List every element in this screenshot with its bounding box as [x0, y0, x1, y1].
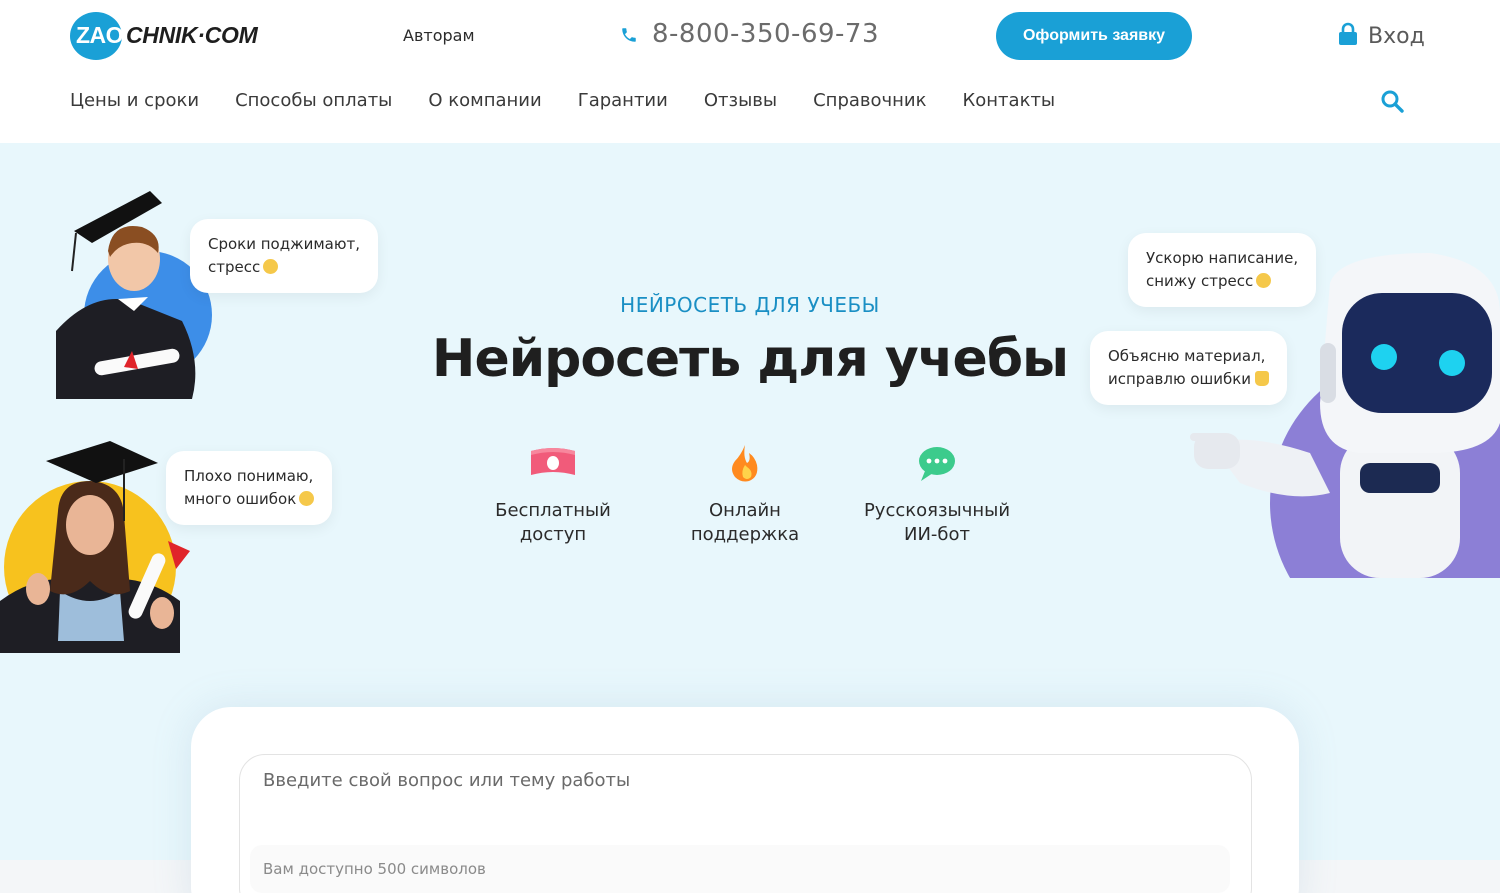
phone-number[interactable]: 8-800-350-69-73: [652, 19, 879, 49]
feature-label: поддержка: [690, 524, 800, 545]
lock-icon: [1339, 22, 1357, 45]
bubble-text: много ошибок: [184, 488, 315, 511]
worried-face-icon: [263, 259, 279, 274]
speech-bubble-explain: Объясню материал, исправлю ошибки: [1090, 331, 1288, 405]
bubble-text: Объясню материал,: [1108, 347, 1266, 365]
chat-bubble-icon: [919, 447, 955, 481]
thumbs-up-icon: [1255, 371, 1270, 386]
nav-item-prices[interactable]: Цены и сроки: [70, 90, 199, 111]
speech-bubble-mistakes: Плохо понимаю, много ошибок: [166, 451, 333, 525]
bubble-text: Сроки поджимают,: [208, 235, 361, 253]
nav-item-payment[interactable]: Способы оплаты: [235, 90, 392, 111]
feature-russian-bot: Русскоязычный ИИ-бот: [837, 443, 1037, 547]
bubble-text: стресс: [208, 256, 360, 279]
authors-link[interactable]: Авторам: [403, 26, 475, 45]
relieved-face-icon: [1256, 273, 1272, 288]
bubble-text-2: исправлю ошибки: [1108, 370, 1252, 388]
logo-suffix: CHNIK·COM: [126, 22, 258, 48]
character-counter: Вам доступно 500 символов: [263, 860, 486, 878]
submit-request-button[interactable]: Оформить заявку: [996, 12, 1192, 60]
bubble-text-2: снижу стресс: [1146, 272, 1254, 290]
feature-online-support: Онлайн поддержка: [645, 443, 845, 547]
site-header: ZAO CHNIK·COM Авторам 8-800-350-69-73 Оф…: [0, 0, 1500, 143]
feature-label: ИИ-бот: [903, 524, 971, 545]
nav-item-about[interactable]: О компании: [428, 90, 541, 111]
main-nav: Цены и сроки Способы оплаты О компании Г…: [70, 90, 1091, 111]
search-icon[interactable]: [1380, 89, 1404, 113]
speech-bubble-speed-up: Ускорю написание, снижу стресс: [1128, 233, 1317, 307]
banknote-icon: [531, 448, 575, 475]
feature-free-access: Бесплатный доступ: [453, 443, 653, 547]
bubble-text: Ускорю написание,: [1146, 249, 1299, 267]
flame-icon: [732, 445, 758, 482]
speech-bubble-deadlines: Сроки поджимают, стресс: [190, 219, 379, 293]
feature-label: Бесплатный: [495, 500, 611, 521]
question-placeholder: Введите свой вопрос или тему работы: [263, 770, 631, 791]
phone-icon: [622, 28, 636, 42]
nav-item-contacts[interactable]: Контакты: [963, 90, 1056, 111]
nav-item-guarantees[interactable]: Гарантии: [578, 90, 668, 111]
bubble-text: Плохо понимаю,: [184, 467, 314, 485]
confused-face-icon: [299, 491, 315, 506]
bubble-text: исправлю ошибки: [1108, 368, 1270, 391]
nav-item-reviews[interactable]: Отзывы: [704, 90, 777, 111]
bubble-text-2: много ошибок: [184, 490, 297, 508]
feature-label: доступ: [519, 524, 587, 545]
feature-label: Онлайн: [709, 500, 781, 521]
logo-prefix: ZAO: [76, 22, 124, 48]
bubble-text: снижу стресс: [1146, 270, 1298, 293]
bubble-text-2: стресс: [208, 258, 261, 276]
nav-item-reference[interactable]: Справочник: [813, 90, 926, 111]
feature-label: Русскоязычный: [863, 500, 1011, 521]
login-link[interactable]: Вход: [1368, 24, 1425, 49]
